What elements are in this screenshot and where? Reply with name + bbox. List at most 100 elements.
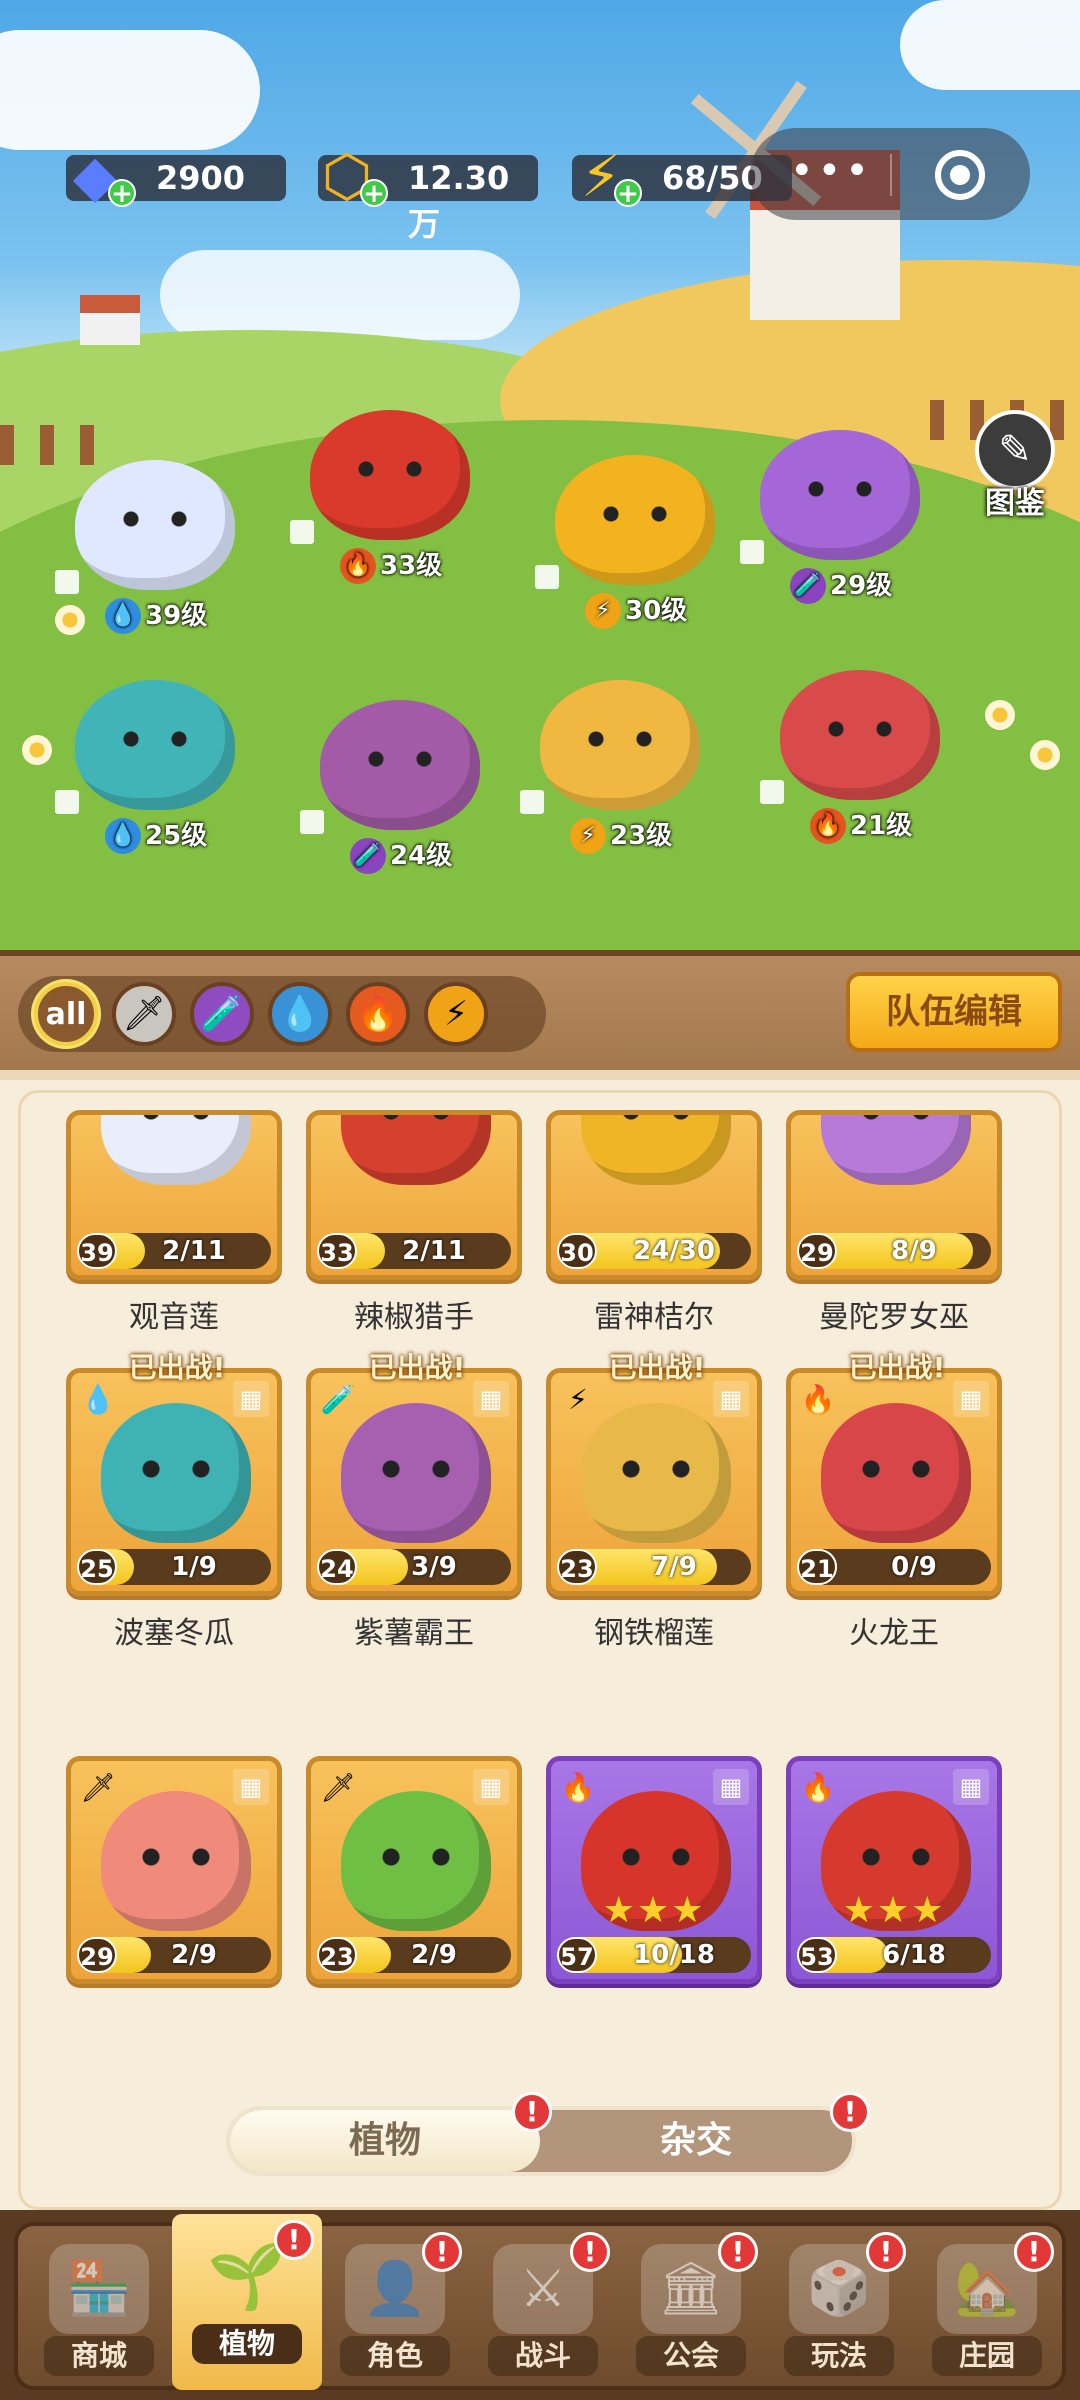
gem-counter[interactable]: ◆ + 2900 [66,147,286,207]
capsule-divider [890,154,892,196]
plant-card[interactable]: 🔥 ▦ 21 0/9 [786,1368,1002,1596]
element-icon: 🔥 [800,1771,836,1804]
sword-icon[interactable]: 🗡 [112,982,176,1046]
card-progress: 7/9 [651,1552,697,1582]
notification-badge: ! [570,2232,610,2272]
nav-item-plants[interactable]: 🌱 植物! [172,2214,322,2390]
field-plant[interactable]: ⚡ 30级 [535,455,735,629]
shape-icon [290,520,314,544]
progress-bar: 39 2/11 [77,1233,271,1269]
card-progress: 10/18 [633,1940,715,1970]
plant-portrait [101,1115,251,1185]
plant-level: 💧 39级 [105,598,207,634]
card-progress: 24/30 [633,1236,715,1266]
tab-plants[interactable]: 植物 [230,2110,540,2172]
plant-card[interactable]: 💧 ▦ 25 1/9 [66,1368,282,1596]
plant-card[interactable]: ⚡ ▦ 23 7/9 [546,1368,762,1596]
add-coins-icon[interactable]: + [360,179,388,207]
plant-name: 辣椒猎手 [354,1300,474,1335]
plant-level-text: 33级 [380,551,443,581]
nav-item-battle[interactable]: ⚔ 战斗! [468,2226,618,2386]
bottom-navigation: 🏪 商城 🌱 植物! 👤 角色! ⚔ 战斗! 🏛 公会! 🎲 玩法! 🏡 庄园! [0,2210,1080,2400]
plant-level: 🔥 21级 [810,808,912,844]
plant-card[interactable]: 🔥 ▦ ★★★ 53 6/18 [786,1756,1002,1984]
thunder-icon: ⚡ [585,593,621,629]
deployed-badge: 已出战! [816,1348,978,1390]
progress-bar: 25 1/9 [77,1549,271,1585]
team-edit-button[interactable]: 队伍编辑 [846,972,1062,1052]
notification-badge: ! [274,2220,314,2260]
water-icon[interactable]: 💧 [268,982,332,1046]
add-energy-icon[interactable]: + [614,179,642,207]
element-icon: 🗡 [80,1771,116,1804]
nav-item-shop[interactable]: 🏪 商城 [24,2226,174,2386]
nav-item-characters[interactable]: 👤 角色! [320,2226,470,2386]
notification-badge: ! [422,2232,462,2272]
plant-card[interactable]: 39 2/11 [66,1110,282,1280]
plant-level-text: 29级 [830,571,893,601]
plant-portrait [341,1791,491,1931]
tab-hybrid[interactable]: 杂交 [540,2110,852,2172]
fire-icon: 🔥 [810,808,846,844]
more-icon[interactable]: ••• [790,148,873,194]
plant-level: 💧 25级 [105,818,207,854]
plant-card[interactable]: 🧪 ▦ 24 3/9 [306,1368,522,1596]
nav-label: 公会 [636,2336,746,2376]
plant-name: 火龙王 [849,1616,939,1651]
fire-icon: 🔥 [340,548,376,584]
notification-badge: ! [512,2092,552,2132]
card-level: 57 [557,1937,597,1973]
plant-level: 🧪 29级 [790,568,892,604]
card-level: 29 [797,1233,837,1269]
nav-label: 商城 [44,2336,154,2376]
shape-icon [760,780,784,804]
atlas-button[interactable]: ✎ 图鉴 [970,410,1060,521]
nav-item-manor[interactable]: 🏡 庄园! [912,2226,1062,2386]
water-icon: 💧 [105,598,141,634]
card-level: 21 [797,1549,837,1585]
plant-card[interactable]: 29 8/9 [786,1110,1002,1280]
field-plant[interactable]: 🧪 29级 [740,430,940,604]
close-target-icon[interactable] [935,150,985,200]
thunder-icon[interactable]: ⚡ [424,982,488,1046]
progress-bar: 29 8/9 [797,1233,991,1269]
card-level: 25 [77,1549,117,1585]
deployed-badge: 已出战! [336,1348,498,1390]
plant-card[interactable]: 🗡 ▦ 23 2/9 [306,1756,522,1984]
field-plant[interactable]: 🔥 33级 [290,410,490,584]
field-plant[interactable]: 💧 25级 [55,680,255,854]
nav-item-gameplay[interactable]: 🎲 玩法! [764,2226,914,2386]
notification-badge: ! [866,2232,906,2272]
plant-face [595,505,675,523]
water-icon: 💧 [105,818,141,854]
element-filter-group: all 🗡 🧪 💧 🔥 ⚡ [18,976,546,1052]
filter-bar: all 🗡 🧪 💧 🔥 ⚡ 队伍编辑 [0,950,1080,1070]
card-progress: 2/9 [411,1940,457,1970]
notification-badge: ! [830,2092,870,2132]
nav-item-guild[interactable]: 🏛 公会! [616,2226,766,2386]
plant-face [580,730,660,748]
plant-card[interactable]: 🔥 ▦ ★★★ 57 10/18 [546,1756,762,1984]
add-gems-icon[interactable]: + [108,179,136,207]
plant-card[interactable]: 33 2/11 [306,1110,522,1280]
field-plant[interactable]: ⚡ 23级 [520,680,720,854]
fire-icon[interactable]: 🔥 [346,982,410,1046]
field-plant[interactable]: 💧 39级 [55,460,255,634]
plant-name: 紫薯霸王 [354,1616,474,1651]
coin-counter[interactable]: ⬡ + 12.30万 [318,147,538,243]
miniapp-capsule: ••• [750,128,1030,220]
filter-all-button[interactable]: all [34,982,98,1046]
plant-card[interactable]: 30 24/30 [546,1110,762,1280]
card-progress: 2/11 [402,1236,466,1266]
field-plant[interactable]: 🧪 24级 [300,700,500,874]
flower [22,735,52,765]
field-plant[interactable]: 🔥 21级 [760,670,960,844]
shape-icon: ▦ [473,1769,509,1805]
thunder-icon: ⚡ [570,818,606,854]
plant-portrait [101,1791,251,1931]
progress-bar: 33 2/11 [317,1233,511,1269]
card-level: 23 [557,1549,597,1585]
poison-icon[interactable]: 🧪 [190,982,254,1046]
plant-card[interactable]: 🗡 ▦ 29 2/9 [66,1756,282,1984]
plant-face [800,480,880,498]
